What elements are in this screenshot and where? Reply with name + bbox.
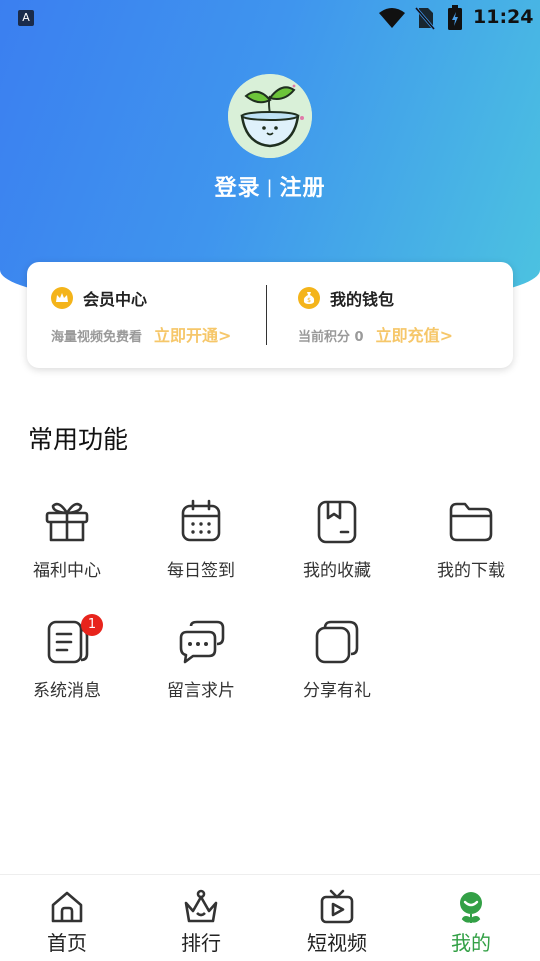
money-bag-icon: $: [298, 287, 320, 309]
nav-label: 首页: [47, 931, 87, 955]
clock: 11:24: [473, 6, 534, 28]
nav-mine[interactable]: 我的: [416, 889, 526, 956]
activate-membership-link[interactable]: 立即开通>: [154, 322, 231, 346]
function-system-messages[interactable]: 1 系统消息: [12, 614, 122, 701]
gift-icon: [43, 498, 91, 546]
function-downloads[interactable]: 我的下载: [416, 498, 526, 581]
no-sim-icon: [414, 7, 436, 30]
function-label: 我的下载: [437, 561, 505, 581]
function-label: 每日签到: [167, 561, 235, 581]
unread-badge: 1: [81, 614, 103, 636]
membership-center[interactable]: 会员中心 海量视频免费看 立即开通>: [51, 286, 231, 346]
function-share-rewards[interactable]: 分享有礼: [282, 618, 392, 701]
card-divider: [266, 285, 267, 345]
recharge-link[interactable]: 立即充值>: [376, 322, 453, 346]
crown-icon: [51, 287, 73, 309]
auth-links: 登录 | 注册: [0, 170, 540, 202]
svg-text:$: $: [307, 297, 311, 304]
home-icon: [49, 889, 85, 925]
nav-home[interactable]: 首页: [12, 889, 122, 956]
nav-label: 短视频: [307, 931, 367, 955]
calendar-icon: [177, 498, 225, 546]
function-request-movie[interactable]: 留言求片: [146, 618, 256, 701]
nav-label: 我的: [451, 931, 491, 955]
crown-icon: [183, 889, 219, 925]
membership-title: 会员中心: [83, 290, 148, 309]
member-wallet-card: 会员中心 海量视频免费看 立即开通> $ 我的钱包 当前积分 0 立即充值>: [27, 262, 513, 368]
function-daily-checkin[interactable]: 每日签到: [146, 498, 256, 581]
login-link[interactable]: 登录: [214, 176, 260, 201]
bottom-navigation: 首页 排行 短视频 我的: [0, 874, 540, 961]
register-link[interactable]: 注册: [280, 176, 326, 201]
nav-label: 排行: [181, 931, 221, 955]
nav-ranking[interactable]: 排行: [146, 889, 256, 956]
common-functions-title: 常用功能: [28, 425, 129, 454]
message-icon: 1: [43, 614, 103, 666]
plant-pot-avatar-icon: [228, 74, 312, 158]
function-welfare-center[interactable]: 福利中心: [12, 498, 122, 581]
bookmark-icon: [313, 498, 361, 546]
function-label: 系统消息: [33, 681, 101, 701]
chat-bubbles-icon: [177, 618, 225, 666]
folder-icon: [447, 498, 495, 546]
avatar[interactable]: [228, 74, 312, 158]
function-label: 留言求片: [167, 681, 235, 701]
share-icon: [313, 618, 361, 666]
function-favorites[interactable]: 我的收藏: [282, 498, 392, 581]
tv-icon: [319, 889, 355, 925]
membership-subtitle: 海量视频免费看: [51, 330, 143, 345]
nav-short-video[interactable]: 短视频: [282, 889, 392, 956]
battery-charging-icon: [448, 5, 462, 30]
function-label: 分享有礼: [303, 681, 371, 701]
wallet[interactable]: $ 我的钱包 当前积分 0 立即充值>: [298, 286, 453, 346]
auth-separator: |: [266, 177, 274, 198]
app-notification-icon: A: [18, 10, 34, 26]
status-bar: A 11:24: [0, 0, 540, 36]
user-icon: [453, 889, 489, 925]
wifi-icon: [379, 8, 405, 28]
points-balance: 当前积分 0: [298, 330, 364, 345]
wallet-title: 我的钱包: [330, 290, 395, 309]
function-label: 福利中心: [33, 561, 101, 581]
function-label: 我的收藏: [303, 561, 371, 581]
